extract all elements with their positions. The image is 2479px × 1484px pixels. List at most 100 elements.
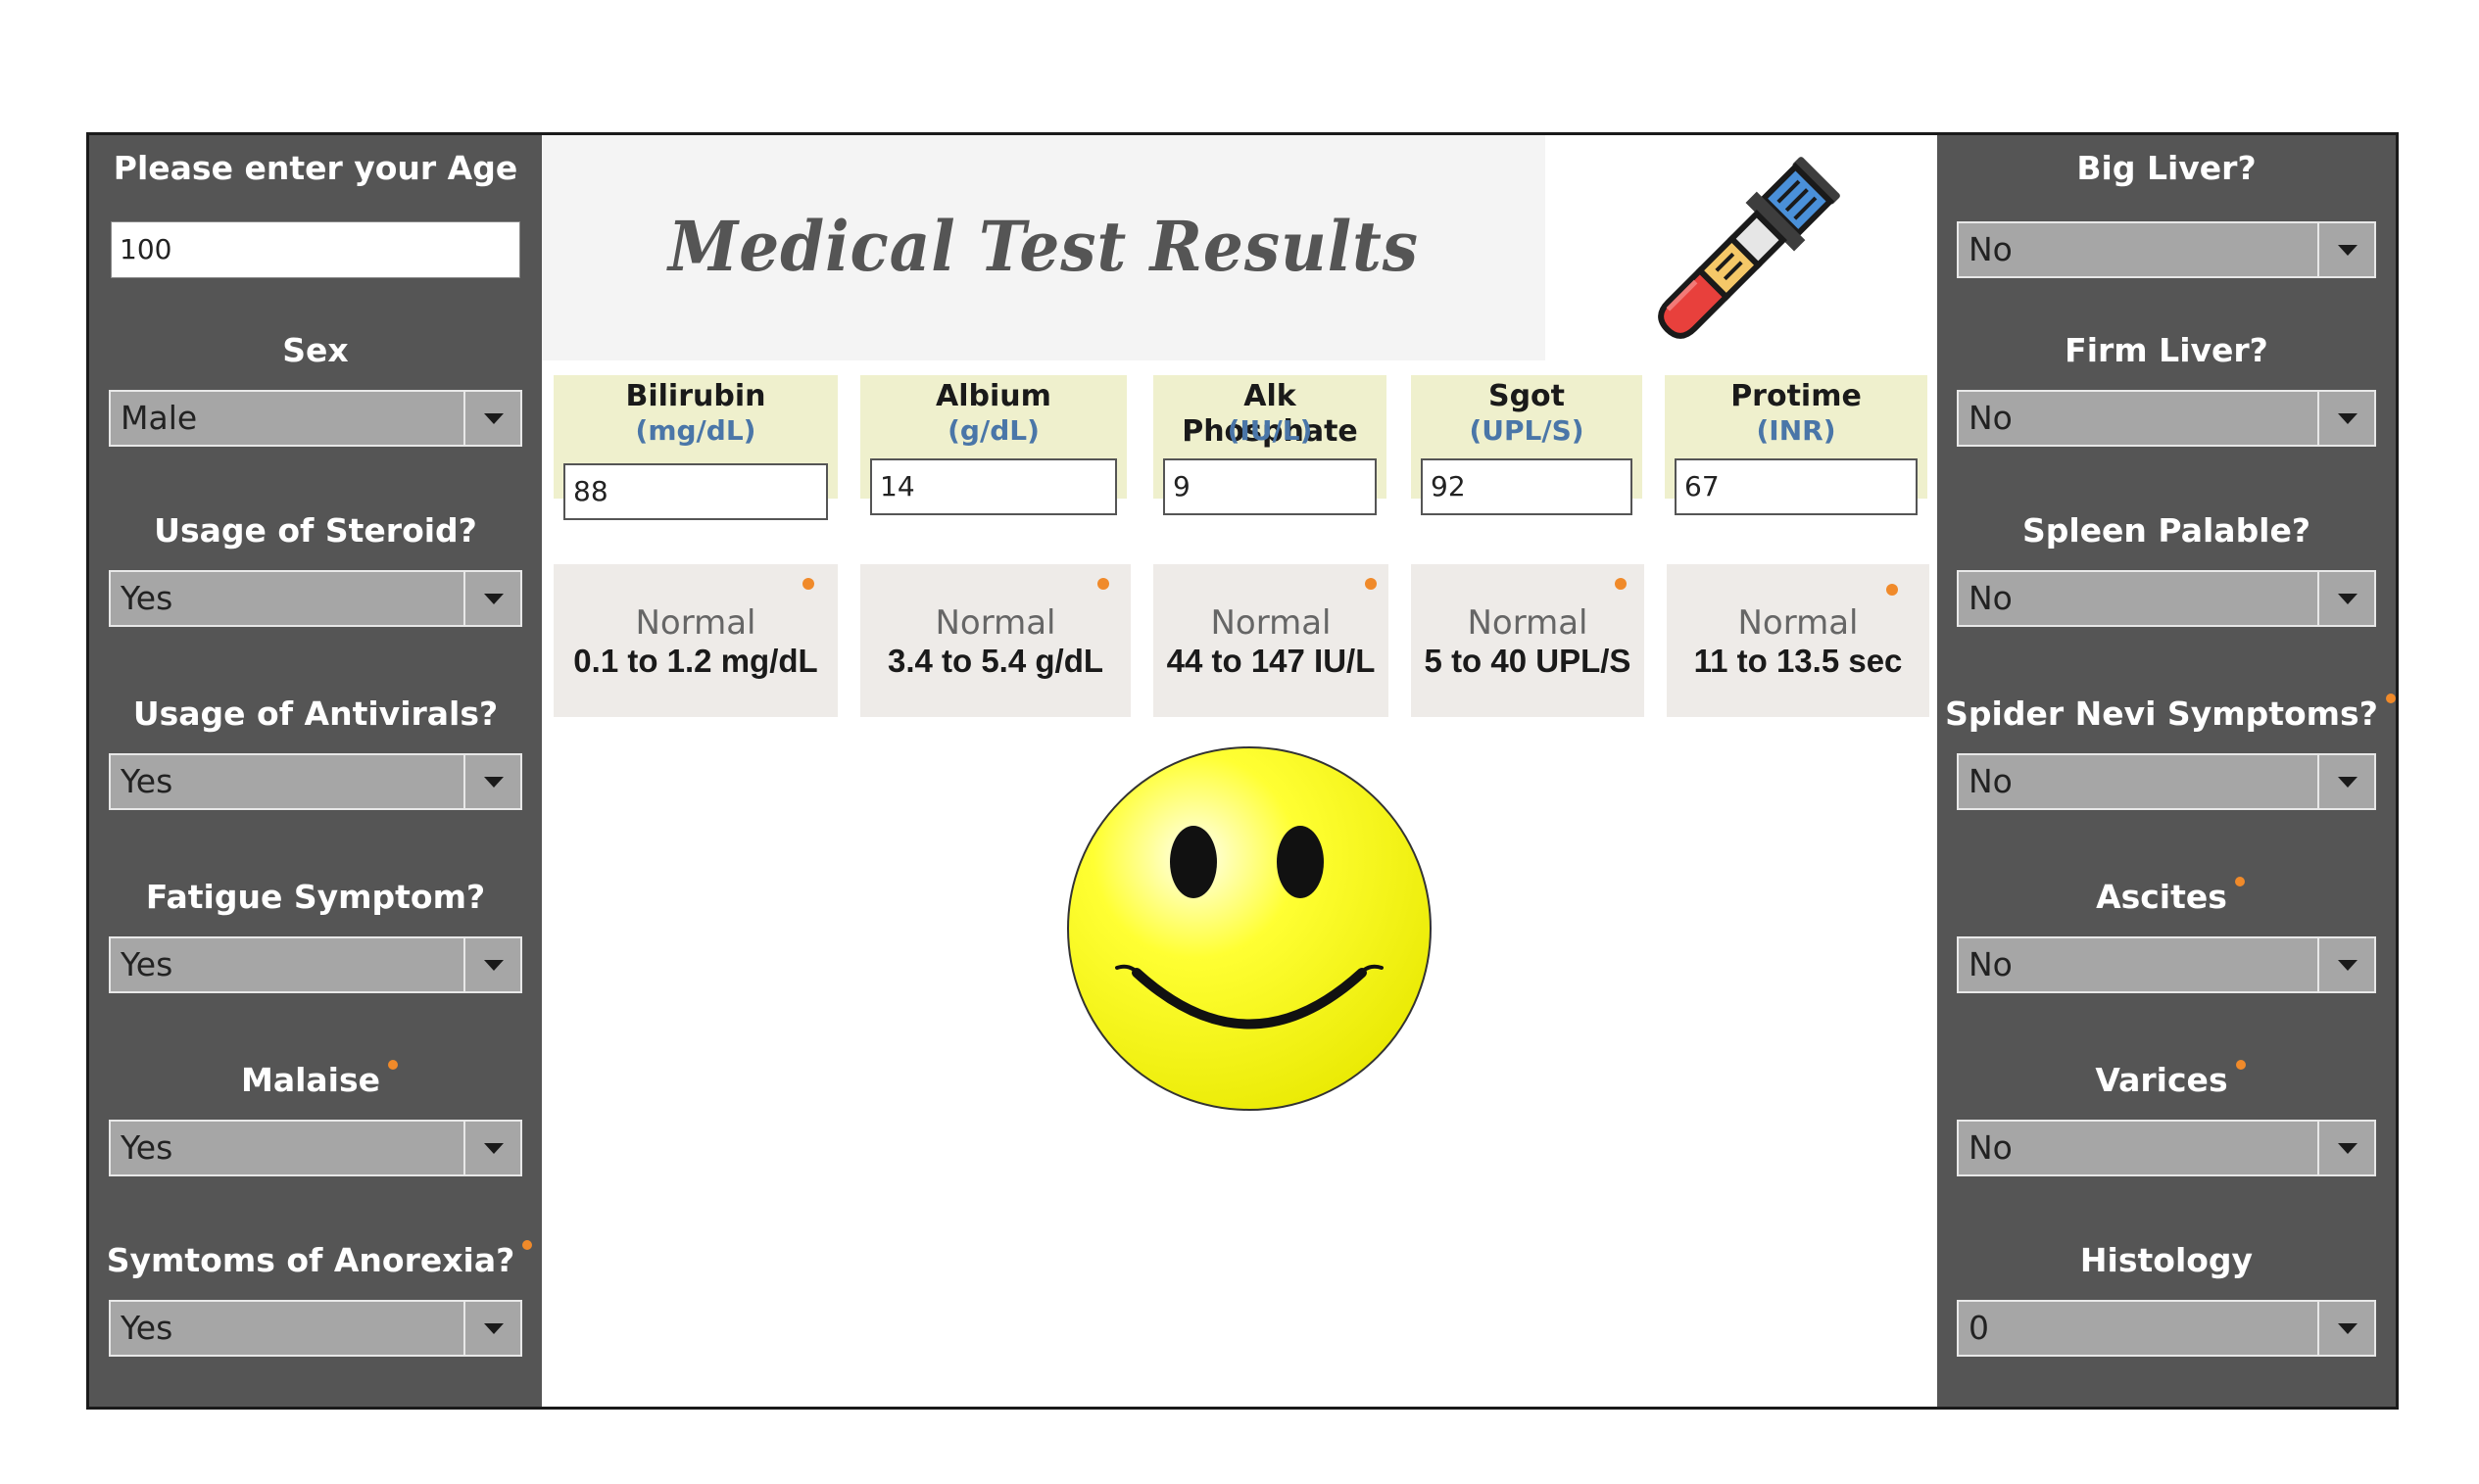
test-name: Albium	[936, 379, 1051, 413]
marker-dot	[1365, 578, 1377, 590]
age-input[interactable]: 100	[111, 221, 520, 278]
sex-label: Sex	[282, 331, 349, 369]
protime-range-card: Normal 11 to 13.5 sec	[1667, 564, 1929, 717]
smiley-face-icon	[1067, 746, 1432, 1111]
ascites-dropdown[interactable]: No	[1957, 936, 2376, 993]
alk-phosphate-card: Alk Phosphate (IU/L) 9	[1153, 375, 1386, 515]
sgot-range-card: Normal 5 to 40 UPL/S	[1411, 564, 1644, 717]
big-liver-dropdown[interactable]: No	[1957, 221, 2376, 278]
bilirubin-input[interactable]: 88	[563, 463, 828, 520]
dashboard-frame: Please enter your Age 100 Sex Male Usage…	[86, 132, 2399, 1410]
histology-dropdown[interactable]: 0	[1957, 1300, 2376, 1357]
sex-dropdown[interactable]: Male	[109, 390, 522, 447]
malaise-value: Yes	[121, 1128, 173, 1167]
chevron-down-icon[interactable]	[463, 755, 520, 808]
marker-dot	[1886, 584, 1898, 596]
chevron-down-icon[interactable]	[2317, 572, 2374, 625]
test-tube-icon	[1658, 157, 1840, 339]
ascites-label: Ascites	[1937, 877, 2396, 917]
chevron-down-icon[interactable]	[463, 392, 520, 445]
big-liver-field: Big Liver? No	[1937, 149, 2396, 296]
range-value: 0.1 to 1.2 mg/dL	[573, 643, 818, 679]
chevron-down-icon[interactable]	[463, 1122, 520, 1174]
firm-liver-field: Firm Liver? No	[1937, 331, 2396, 478]
histology-value: 0	[1969, 1309, 1989, 1347]
chevron-down-icon[interactable]	[463, 938, 520, 991]
main-panel: Medical Test Results Bilirubin (mg/dL) 8…	[542, 135, 1937, 1407]
marker-dot	[2235, 1060, 2246, 1070]
fatigue-field: Fatigue Symptom? Yes	[89, 878, 542, 1025]
spider-nevi-dropdown[interactable]: No	[1957, 753, 2376, 810]
test-name: Protime	[1730, 379, 1862, 413]
ascites-value: No	[1969, 945, 2013, 983]
protime-card: Protime (INR) 67	[1665, 375, 1927, 515]
range-label: Normal	[1737, 603, 1859, 643]
spleen-dropdown[interactable]: No	[1957, 570, 2376, 627]
title-panel: Medical Test Results	[542, 135, 1545, 360]
antivirals-value: Yes	[121, 762, 173, 800]
antivirals-label: Usage of Antivirals?	[132, 694, 499, 733]
varices-dropdown[interactable]: No	[1957, 1120, 2376, 1176]
histology-field: Histology 0	[1937, 1241, 2396, 1388]
firm-liver-label: Firm Liver?	[2065, 331, 2268, 369]
sex-value: Male	[121, 399, 198, 437]
fatigue-value: Yes	[121, 945, 173, 983]
right-sidebar: Big Liver? No Firm Liver? No Spleen Pala…	[1937, 135, 2396, 1407]
alk-phosphate-input[interactable]: 9	[1163, 458, 1377, 515]
malaise-dropdown[interactable]: Yes	[109, 1120, 522, 1176]
range-label: Normal	[935, 603, 1056, 643]
histology-label: Histology	[2079, 1241, 2254, 1279]
range-value: 44 to 147 IU/L	[1166, 643, 1376, 679]
range-label: Normal	[635, 603, 756, 643]
fatigue-label: Fatigue Symptom?	[145, 878, 486, 916]
steroid-dropdown[interactable]: Yes	[109, 570, 522, 627]
age-field: Please enter your Age 100	[89, 149, 542, 296]
ascites-field: Ascites No	[1937, 877, 2396, 1025]
chevron-down-icon[interactable]	[463, 1302, 520, 1355]
test-unit: (UPL/S)	[1469, 414, 1584, 447]
fatigue-dropdown[interactable]: Yes	[109, 936, 522, 993]
chevron-down-icon[interactable]	[2317, 755, 2374, 808]
varices-field: Varices No	[1937, 1060, 2396, 1208]
marker-dot	[1615, 578, 1627, 590]
steroid-field: Usage of Steroid? Yes	[89, 511, 542, 658]
marker-dot	[2234, 877, 2245, 886]
test-unit: (g/dL)	[948, 414, 1040, 447]
antivirals-dropdown[interactable]: Yes	[109, 753, 522, 810]
marker-dot	[802, 578, 814, 590]
marker-dot	[522, 1240, 533, 1250]
varices-label: Varices	[1937, 1060, 2396, 1100]
chevron-down-icon[interactable]	[463, 572, 520, 625]
left-sidebar: Please enter your Age 100 Sex Male Usage…	[89, 135, 542, 1407]
range-value: 11 to 13.5 sec	[1693, 643, 1903, 679]
age-label: Please enter your Age	[113, 149, 518, 187]
anorexia-label: Symtoms of Anorexia?	[89, 1240, 542, 1280]
chevron-down-icon[interactable]	[2317, 223, 2374, 276]
bilirubin-range-card: Normal 0.1 to 1.2 mg/dL	[554, 564, 838, 717]
varices-value: No	[1969, 1128, 2013, 1167]
protime-input[interactable]: 67	[1675, 458, 1918, 515]
sgot-card: Sgot (UPL/S) 92	[1411, 375, 1642, 515]
albium-range-card: Normal 3.4 to 5.4 g/dL	[860, 564, 1131, 717]
sgot-input[interactable]: 92	[1421, 458, 1632, 515]
albium-input[interactable]: 14	[870, 458, 1117, 515]
range-value: 5 to 40 UPL/S	[1424, 643, 1631, 679]
big-liver-label: Big Liver?	[2076, 149, 2257, 187]
anorexia-dropdown[interactable]: Yes	[109, 1300, 522, 1357]
chevron-down-icon[interactable]	[2317, 938, 2374, 991]
alk-phosphate-range-card: Normal 44 to 147 IU/L	[1153, 564, 1388, 717]
chevron-down-icon[interactable]	[2317, 1302, 2374, 1355]
spleen-label: Spleen Palable?	[2021, 511, 2311, 550]
test-unit: (mg/dL)	[635, 414, 756, 447]
range-label: Normal	[1467, 603, 1588, 643]
antivirals-field: Usage of Antivirals? Yes	[89, 694, 542, 841]
chevron-down-icon[interactable]	[2317, 392, 2374, 445]
steroid-value: Yes	[121, 579, 173, 617]
chevron-down-icon[interactable]	[2317, 1122, 2374, 1174]
page-title: Medical Test Results	[668, 206, 1419, 287]
test-unit: (INR)	[1756, 414, 1836, 447]
firm-liver-dropdown[interactable]: No	[1957, 390, 2376, 447]
firm-liver-value: No	[1969, 399, 2013, 437]
big-liver-value: No	[1969, 230, 2013, 268]
marker-dot	[2385, 694, 2396, 703]
